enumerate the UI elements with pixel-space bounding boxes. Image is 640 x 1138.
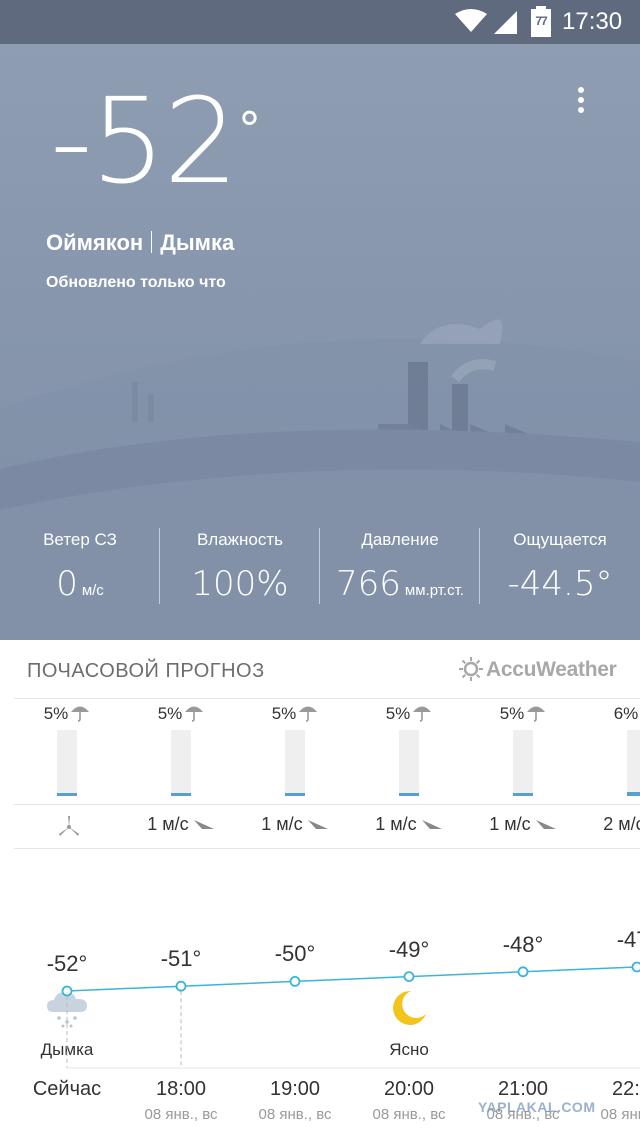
updated-status: Обновлено только что <box>46 274 226 291</box>
temperature-point <box>631 961 640 973</box>
location-line[interactable]: Оймякон Дымка <box>46 230 234 256</box>
hourly-forecast-section[interactable]: ПОЧАСОВОЙ ПРОГНОЗ AccuWeather 5% -52° Ды… <box>0 640 640 1138</box>
temperature-line <box>66 966 638 992</box>
stat-feels-like: Ощущается -44.5° <box>480 522 640 612</box>
status-bar: 77 17:30 <box>0 0 640 44</box>
stat-wind: Ветер СЗ 0 м/с <box>0 522 160 612</box>
stat-value: 100% <box>191 564 289 604</box>
weather-stats: Ветер СЗ 0 м/с Влажность 100% Давление 76… <box>0 522 640 612</box>
degree-symbol: ° <box>238 102 261 156</box>
location-separator <box>151 231 153 253</box>
stat-value: 0 м/с <box>56 564 104 604</box>
signal-icon <box>494 11 517 34</box>
stat-humidity: Влажность 100% <box>160 522 320 612</box>
temperature-point <box>175 980 187 992</box>
stat-value: 766 мм.рт.ст. <box>336 564 464 604</box>
wifi-icon <box>455 9 487 32</box>
current-temperature: -52 <box>50 72 239 210</box>
stat-pressure: Давление 766 мм.рт.ст. <box>320 522 480 612</box>
temperature-point <box>403 971 415 983</box>
temperature-graph <box>61 961 640 1069</box>
more-options-icon[interactable] <box>566 86 596 116</box>
stat-label: Влажность <box>196 530 284 549</box>
stat-value: -44.5° <box>507 564 613 604</box>
watermark: YAPLAKAL.COM <box>478 1099 596 1115</box>
battery-level: 77 <box>535 14 547 28</box>
weather-screen: 77 17:30 -52 ° Оймякон Дымка Обновлено то… <box>0 0 640 1138</box>
temperature-point <box>289 975 301 987</box>
stat-label: Ощущается <box>513 530 607 549</box>
temperature-point <box>61 985 73 997</box>
city-name: Оймякон <box>46 230 144 255</box>
temperature-point <box>517 966 529 978</box>
status-time: 17:30 <box>562 8 623 35</box>
stat-label: Ветер СЗ <box>43 530 117 549</box>
current-condition: Дымка <box>160 230 235 255</box>
stat-label: Давление <box>361 530 439 549</box>
current-weather-panel: -52 ° Оймякон Дымка Обновлено только что … <box>0 44 640 640</box>
